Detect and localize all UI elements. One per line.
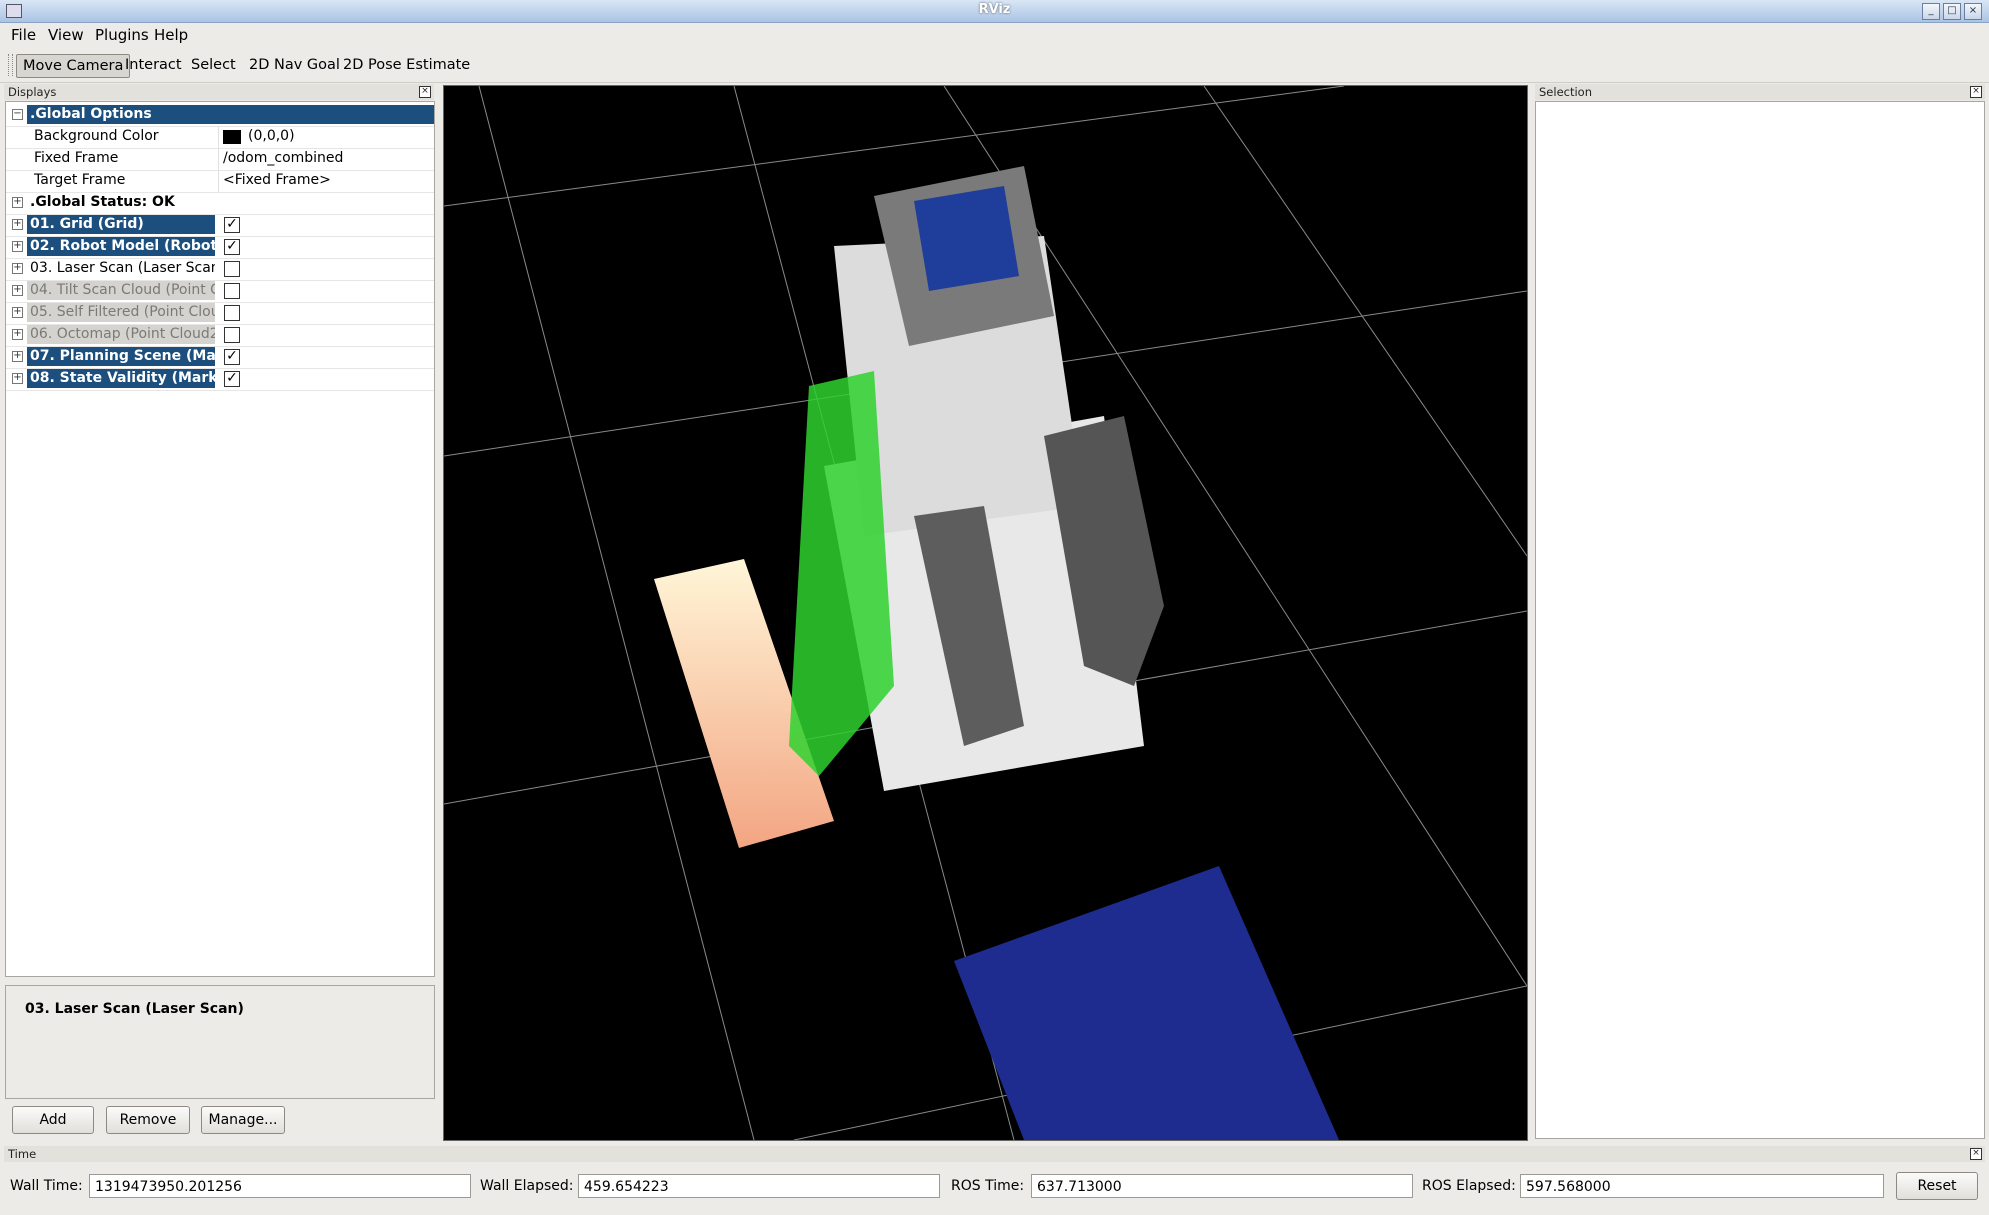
prop-value[interactable]: <Fixed Frame> [223,172,331,188]
expand-icon[interactable]: + [12,307,23,318]
expand-icon[interactable]: + [12,351,23,362]
reset-button[interactable]: Reset [1896,1172,1978,1200]
expand-icon[interactable]: + [12,329,23,340]
scene-render [444,86,1527,1140]
prop-value[interactable]: /odom_combined [223,150,343,166]
display-item-label: 07. Planning Scene (Mar [27,347,215,366]
display-item-label: 05. Self Filtered (Point Clouc [27,303,215,322]
selection-title: Selection [1539,85,1592,99]
expand-icon[interactable]: + [12,197,23,208]
prop-name: Target Frame [34,172,126,188]
minimize-button[interactable]: _ [1922,3,1940,20]
selection-dock-header: Selection × [1535,84,1985,100]
prop-name: Fixed Frame [34,150,119,166]
prop-name: Background Color [34,128,159,144]
enable-checkbox[interactable]: ✓ [224,217,240,233]
display-item[interactable]: + 04. Tilt Scan Cloud (Point Cl [6,280,434,303]
wall-elapsed-field[interactable]: 459.654223 [578,1174,940,1198]
expand-icon[interactable]: + [12,373,23,384]
display-item[interactable]: + 01. Grid (Grid) ✓ [6,214,434,237]
occupancy-grid [954,866,1339,1140]
expand-icon[interactable]: + [12,219,23,230]
display-item[interactable]: + 05. Self Filtered (Point Clouc [6,302,434,325]
ros-elapsed-field[interactable]: 597.568000 [1520,1174,1884,1198]
menu-view[interactable]: View [48,26,84,44]
collapse-icon[interactable]: − [12,109,23,120]
title-bar: RViz _ □ × [0,0,1989,23]
move-camera-tool[interactable]: Move Camera [16,54,131,78]
global-status-label: .Global Status: OK [30,194,175,210]
displays-dock-header: Displays × [4,84,434,100]
global-options-label: .Global Options [27,105,434,124]
tree-row-global-status[interactable]: + .Global Status: OK [6,192,434,215]
nav-goal-tool[interactable]: 2D Nav Goal [243,54,346,76]
selection-panel [1535,101,1985,1139]
menu-plugins[interactable]: Plugins [95,26,149,44]
wall-elapsed-label: Wall Elapsed: [480,1178,574,1194]
enable-checkbox[interactable] [224,327,240,343]
expand-icon[interactable]: + [12,241,23,252]
description-title: 03. Laser Scan (Laser Scan) [25,1001,244,1017]
prop-row-target-frame[interactable]: Target Frame <Fixed Frame> [6,170,434,193]
ros-time-label: ROS Time: [951,1178,1025,1194]
display-item-label: 02. Robot Model (Robot [27,237,215,256]
ros-time-field[interactable]: 637.713000 [1031,1174,1413,1198]
color-swatch[interactable] [223,130,241,144]
display-item-label: 08. State Validity (Mark [27,369,215,388]
ros-elapsed-label: ROS Elapsed: [1422,1178,1516,1194]
render-viewport[interactable] [443,85,1528,1141]
prop-value: (0,0,0) [248,128,295,144]
display-item-label: 04. Tilt Scan Cloud (Point Cl [27,281,215,300]
menu-bar: File View Plugins Help [0,23,1989,47]
expand-icon[interactable]: + [12,263,23,274]
robot-head-panel [914,186,1019,291]
display-item-label: 06. Octomap (Point Cloud2) [27,325,215,344]
toolbar-grip[interactable] [8,54,13,76]
close-icon[interactable]: × [419,86,431,98]
close-icon[interactable]: × [1970,86,1982,98]
enable-checkbox[interactable]: ✓ [224,371,240,387]
expand-icon[interactable]: + [12,285,23,296]
select-tool[interactable]: Select [185,54,242,76]
interact-tool[interactable]: Interact [119,54,188,76]
enable-checkbox[interactable] [224,305,240,321]
close-icon[interactable]: × [1970,1148,1982,1160]
display-item-label: 01. Grid (Grid) [27,215,215,234]
wall-time-field[interactable]: 1319473950.201256 [89,1174,471,1198]
add-button[interactable]: Add [12,1106,94,1134]
displays-tree: − .Global Options Background Color (0,0,… [5,101,435,977]
tree-row-global-options[interactable]: − .Global Options [6,104,434,127]
enable-checkbox[interactable]: ✓ [224,349,240,365]
enable-checkbox[interactable] [224,283,240,299]
remove-button[interactable]: Remove [106,1106,190,1134]
display-item[interactable]: + 07. Planning Scene (Mar ✓ [6,346,434,369]
enable-checkbox[interactable]: ✓ [224,239,240,255]
enable-checkbox[interactable] [224,261,240,277]
close-window-button[interactable]: × [1964,3,1982,20]
time-dock-header: Time × [4,1146,1985,1162]
displays-title: Displays [8,85,57,99]
wall-time-label: Wall Time: [10,1178,83,1194]
prop-row-fixed-frame[interactable]: Fixed Frame /odom_combined [6,148,434,171]
manage-button[interactable]: Manage... [201,1106,285,1134]
display-item[interactable]: + 06. Octomap (Point Cloud2) [6,324,434,347]
prop-row-background-color[interactable]: Background Color (0,0,0) [6,126,434,149]
maximize-button[interactable]: □ [1943,3,1961,20]
menu-file[interactable]: File [11,26,36,44]
display-item[interactable]: + 02. Robot Model (Robot ✓ [6,236,434,259]
display-item-label: 03. Laser Scan (Laser Scan) [30,260,215,276]
window-title: RViz [978,2,1011,17]
tool-bar: Move Camera Interact Select 2D Nav Goal … [0,48,1989,83]
pose-estimate-tool[interactable]: 2D Pose Estimate [337,54,476,76]
time-title: Time [8,1147,37,1161]
menu-help[interactable]: Help [154,26,188,44]
display-description: 03. Laser Scan (Laser Scan) [5,985,435,1099]
display-item[interactable]: + 08. State Validity (Mark ✓ [6,368,434,391]
display-item[interactable]: + 03. Laser Scan (Laser Scan) [6,258,434,281]
